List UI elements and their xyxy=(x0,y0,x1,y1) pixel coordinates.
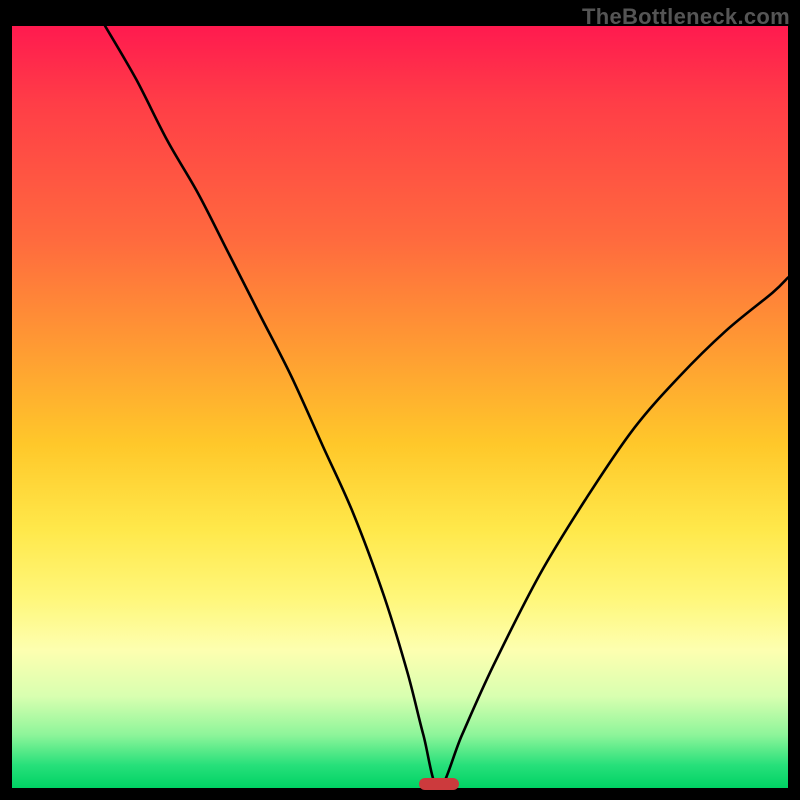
bottleneck-curve xyxy=(12,26,788,788)
curve-path xyxy=(105,26,788,788)
plot-area xyxy=(12,26,788,788)
minimum-marker-pill xyxy=(419,778,459,790)
watermark-text: TheBottleneck.com xyxy=(582,4,790,30)
chart-frame: TheBottleneck.com xyxy=(0,0,800,800)
